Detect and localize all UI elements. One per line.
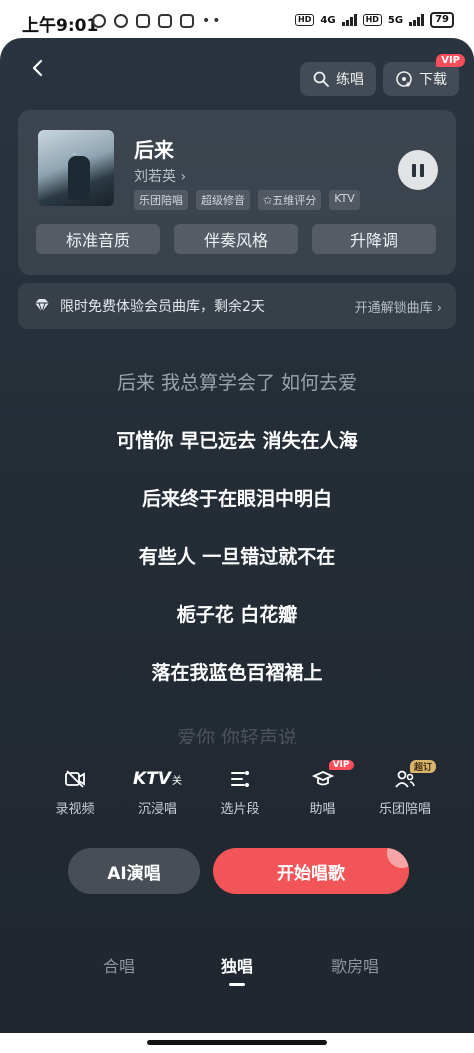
tool-label: 选片段 — [220, 802, 260, 817]
hd-icon: HD — [362, 14, 382, 26]
pause-icon — [420, 163, 424, 177]
tab-chorus[interactable]: 合唱 — [60, 953, 178, 977]
alarm-icon — [114, 14, 128, 28]
vip-badge: VIP — [436, 54, 465, 67]
song-sheet: 练唱 下载 VIP ~ 后来 刘若英 › 乐团陪唱 超级修音 ✩五维评分 KTV… — [0, 38, 474, 1033]
home-indicator[interactable] — [0, 1033, 474, 1053]
pitch-shift-button[interactable]: 升降调 — [312, 224, 436, 254]
tool-label: 沉浸唱 — [137, 802, 177, 817]
tool-label: 乐团陪唱 — [378, 802, 431, 817]
segment-icon — [231, 771, 249, 787]
immersive-sing-tool[interactable]: KTV 关 沉浸唱 — [123, 766, 193, 817]
back-icon[interactable] — [28, 58, 48, 78]
network-label: 5G — [387, 14, 404, 26]
tool-label: 助唱 — [309, 802, 336, 817]
cover-figure — [68, 156, 90, 200]
lyric-line: 后来终于在眼泪中明白 — [141, 488, 332, 510]
battery-icon: 79 — [430, 12, 454, 28]
start-singing-label: 开始唱歌 — [277, 863, 345, 884]
status-time: 上午9:01 — [22, 16, 99, 36]
accompaniment-style-button[interactable]: 伴奏风格 — [174, 224, 298, 254]
artist-link[interactable]: 刘若英 › — [134, 166, 186, 186]
tab-room-sing[interactable]: 歌房唱 — [296, 953, 414, 977]
status-notification-icons: •• — [92, 13, 223, 29]
feature-tag: ✩五维评分 — [258, 190, 322, 210]
status-bar: 上午9:01 •• HD 4G HD 5G 79 — [0, 0, 474, 40]
tool-label: 录视频 — [55, 802, 95, 817]
practice-button[interactable]: 练唱 — [300, 62, 376, 96]
more-dots-icon: •• — [202, 13, 223, 29]
pause-icon — [412, 163, 416, 177]
lyric-line: 有些人 一旦错过就不在 — [138, 546, 336, 568]
tool-row: 录视频 KTV 关 沉浸唱 选片段 VIP 助唱 超订 乐团陪唱 — [40, 760, 440, 817]
search-icon — [313, 71, 329, 87]
subscribe-badge: 超订 — [409, 760, 436, 773]
lyric-line: 栀子花 白花瓣 — [176, 604, 298, 626]
assist-sing-tool[interactable]: VIP 助唱 — [288, 760, 358, 817]
signal-icon — [341, 14, 357, 26]
feature-tag: 超级修音 — [196, 190, 250, 210]
mute-icon — [92, 14, 106, 28]
corner-sticker-icon — [387, 848, 409, 868]
lyric-line: 落在我蓝色百褶裙上 — [151, 662, 323, 684]
ai-sing-button[interactable]: AI演唱 — [68, 848, 200, 894]
lyric-line: 后来 我总算学会了 如何去爱 — [116, 372, 358, 394]
lyrics-panel: 后来 我总算学会了 如何去爱 可惜你 早已远去 消失在人海 后来终于在眼泪中明白… — [0, 368, 474, 744]
mode-tabs: 合唱 独唱 歌房唱 — [0, 953, 474, 986]
assist-icon — [311, 771, 334, 786]
song-title: 后来 — [134, 138, 174, 162]
app-notification-icon — [158, 14, 172, 28]
tab-solo[interactable]: 独唱 — [178, 953, 296, 986]
status-right: HD 4G HD 5G 79 — [295, 12, 454, 28]
download-button[interactable]: 下载 VIP — [383, 54, 465, 96]
feature-tag: KTV — [329, 190, 360, 210]
audio-options: 标准音质 伴奏风格 升降调 — [36, 224, 436, 254]
vip-badge: VIP — [328, 760, 354, 770]
feature-tags: 乐团陪唱 超级修音 ✩五维评分 KTV — [134, 190, 360, 210]
hd-icon: HD — [295, 14, 315, 26]
download-label: 下载 — [419, 72, 447, 88]
ktv-icon: KTV 关 — [133, 769, 182, 789]
ktv-off-label: 关 — [171, 775, 182, 787]
select-segment-tool[interactable]: 选片段 — [205, 766, 275, 817]
diamond-icon — [35, 299, 49, 313]
app-notification-icon — [180, 14, 194, 28]
feature-tag: 乐团陪唱 — [134, 190, 188, 210]
pause-button[interactable] — [398, 150, 438, 190]
app-notification-icon — [136, 14, 150, 28]
album-cover[interactable]: ~ — [38, 130, 114, 206]
song-card: ~ 后来 刘若英 › 乐团陪唱 超级修音 ✩五维评分 KTV 标准音质 伴奏风格… — [18, 110, 456, 275]
record-video-tool[interactable]: 录视频 — [40, 766, 110, 817]
download-disc-icon — [396, 71, 412, 87]
network-label: 4G — [320, 14, 336, 26]
lyric-line: 爱你 你轻声说 — [176, 727, 298, 744]
unlock-library-link[interactable]: 开通解锁曲库 › — [355, 297, 442, 316]
signal-icon — [409, 14, 425, 26]
band-accompany-tool[interactable]: 超订 乐团陪唱 — [370, 760, 440, 817]
lyric-line: 可惜你 早已远去 消失在人海 — [116, 430, 358, 452]
promo-text: 限时免费体验会员曲库，剩余2天 — [60, 299, 265, 315]
audio-quality-button[interactable]: 标准音质 — [36, 224, 160, 254]
start-singing-button[interactable]: 开始唱歌 — [213, 848, 409, 894]
member-promo-banner[interactable]: 限时免费体验会员曲库，剩余2天 开通解锁曲库 › — [18, 283, 456, 329]
video-off-icon — [65, 770, 85, 788]
practice-label: 练唱 — [336, 72, 364, 88]
